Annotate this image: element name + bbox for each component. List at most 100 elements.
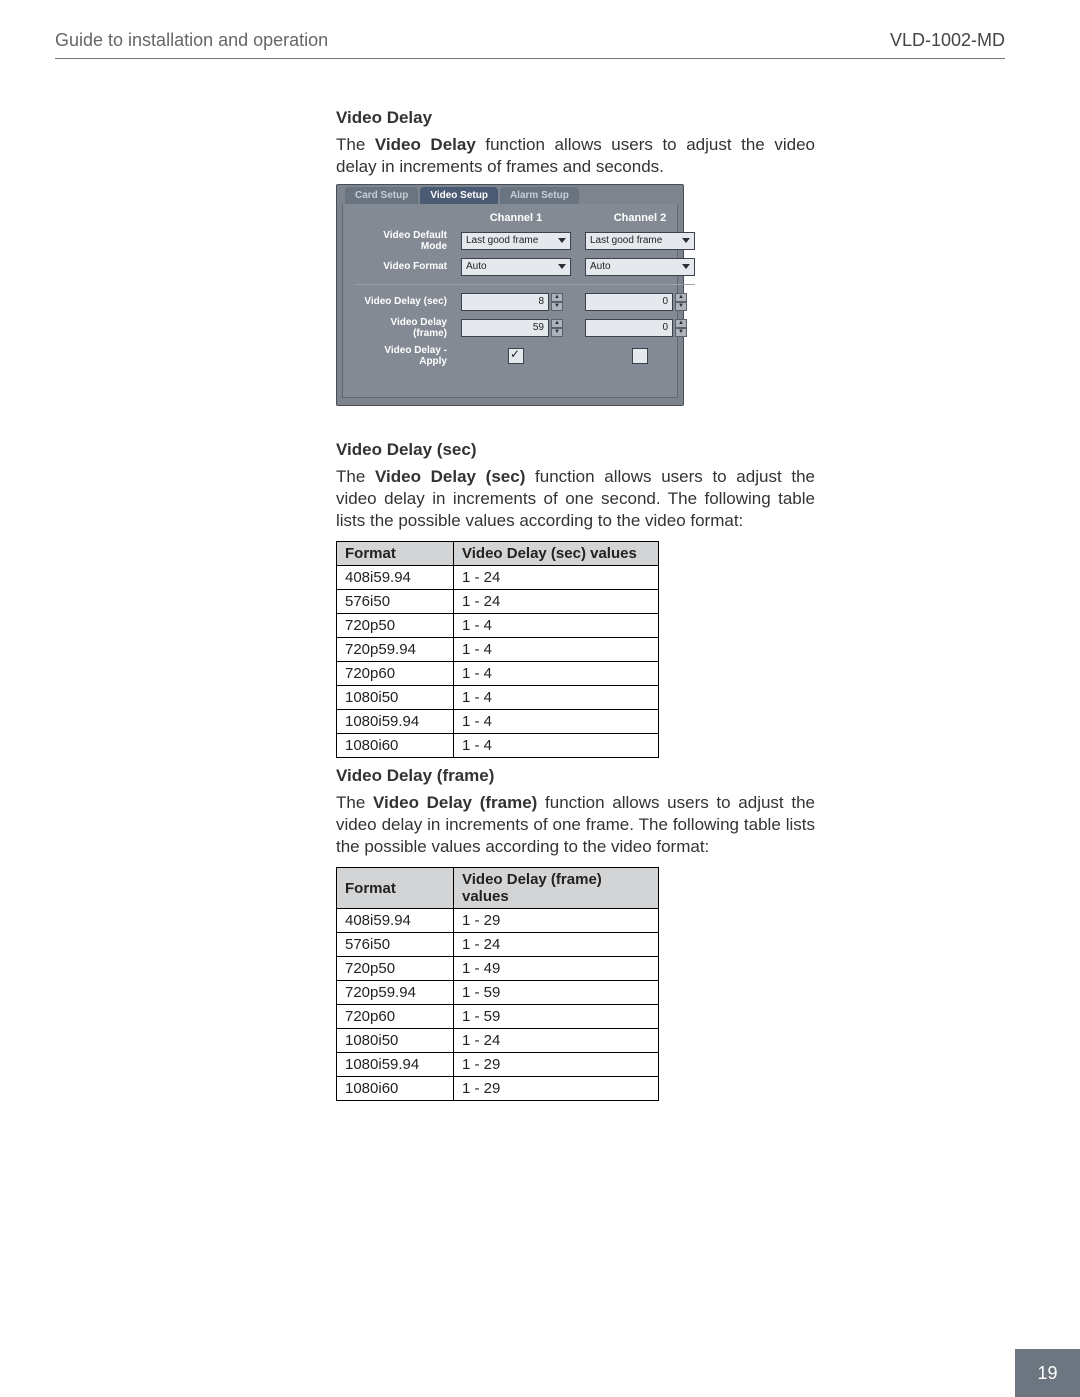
- select-value: Last good frame: [590, 235, 662, 246]
- cell-format: 720p59.94: [337, 981, 454, 1005]
- input-delay-sec-ch1[interactable]: 8: [461, 293, 549, 311]
- tab-video-setup[interactable]: Video Setup: [420, 187, 498, 204]
- table-row: 576i501 - 24: [337, 590, 659, 614]
- col-header-channel-1: Channel 1: [461, 212, 571, 224]
- table-row: 720p601 - 59: [337, 1005, 659, 1029]
- cell-format: 720p50: [337, 957, 454, 981]
- row-label-delay-apply: Video Delay - Apply: [355, 345, 447, 367]
- cell-format: 720p60: [337, 1005, 454, 1029]
- cell-values: 1 - 29: [454, 1053, 659, 1077]
- tab-card-setup[interactable]: Card Setup: [345, 187, 418, 204]
- panel-separator: [355, 284, 695, 285]
- table-header-values: Video Delay (frame) values: [454, 868, 659, 909]
- text-bold: Video Delay (frame): [373, 793, 537, 812]
- text: The: [336, 467, 375, 486]
- spin-down-icon[interactable]: ▼: [551, 328, 563, 337]
- chevron-down-icon: [558, 238, 566, 243]
- select-format-ch1[interactable]: Auto: [461, 258, 571, 276]
- cell-format: 1080i50: [337, 1029, 454, 1053]
- table-row: 720p59.941 - 59: [337, 981, 659, 1005]
- text-bold: Video Delay (sec): [375, 467, 525, 486]
- table-row: 720p59.941 - 4: [337, 638, 659, 662]
- cell-values: 1 - 24: [454, 566, 659, 590]
- chevron-down-icon: [558, 264, 566, 269]
- table-row: 720p501 - 49: [337, 957, 659, 981]
- select-default-mode-ch2[interactable]: Last good frame: [585, 232, 695, 250]
- cell-values: 1 - 4: [454, 638, 659, 662]
- cell-format: 1080i59.94: [337, 710, 454, 734]
- spin-up-icon[interactable]: ▲: [551, 293, 563, 302]
- select-value: Last good frame: [466, 235, 538, 246]
- section-heading-video-delay: Video Delay: [336, 108, 815, 128]
- table-delay-sec: Format Video Delay (sec) values 408i59.9…: [336, 541, 659, 758]
- cell-values: 1 - 59: [454, 981, 659, 1005]
- cell-values: 1 - 24: [454, 1029, 659, 1053]
- select-default-mode-ch1[interactable]: Last good frame: [461, 232, 571, 250]
- input-delay-sec-ch2[interactable]: 0: [585, 293, 673, 311]
- cell-values: 1 - 24: [454, 590, 659, 614]
- table-row: 1080i59.941 - 4: [337, 710, 659, 734]
- text-bold: Video Delay: [375, 135, 476, 154]
- col-header-channel-2: Channel 2: [585, 212, 695, 224]
- input-delay-frame-ch1[interactable]: 59: [461, 319, 549, 337]
- tab-alarm-setup[interactable]: Alarm Setup: [500, 187, 579, 204]
- chevron-down-icon: [682, 238, 690, 243]
- row-label-default-mode: Video Default Mode: [355, 230, 447, 252]
- row-label-delay-frame: Video Delay (frame): [355, 317, 447, 339]
- table-row: 1080i601 - 4: [337, 734, 659, 758]
- spin-up-icon[interactable]: ▲: [551, 319, 563, 328]
- cell-format: 720p59.94: [337, 638, 454, 662]
- table-header-format: Format: [337, 868, 454, 909]
- cell-values: 1 - 4: [454, 686, 659, 710]
- cell-format: 1080i60: [337, 1077, 454, 1101]
- doc-header-model: VLD-1002-MD: [890, 30, 1005, 51]
- checkbox-apply-ch2[interactable]: [632, 348, 648, 364]
- table-header-format: Format: [337, 542, 454, 566]
- chevron-down-icon: [682, 264, 690, 269]
- header-rule: [55, 58, 1005, 59]
- section-heading-delay-sec: Video Delay (sec): [336, 440, 815, 460]
- spin-up-icon[interactable]: ▲: [675, 319, 687, 328]
- cell-format: 720p60: [337, 662, 454, 686]
- table-row: 1080i59.941 - 29: [337, 1053, 659, 1077]
- doc-header-title: Guide to installation and operation: [55, 30, 328, 51]
- input-delay-frame-ch2[interactable]: 0: [585, 319, 673, 337]
- spin-down-icon[interactable]: ▼: [551, 302, 563, 311]
- table-row: 1080i501 - 24: [337, 1029, 659, 1053]
- cell-values: 1 - 24: [454, 933, 659, 957]
- tab-bar: Card Setup Video Setup Alarm Setup: [337, 185, 683, 204]
- spin-up-icon[interactable]: ▲: [675, 293, 687, 302]
- spin-down-icon[interactable]: ▼: [675, 302, 687, 311]
- table-header-values: Video Delay (sec) values: [454, 542, 659, 566]
- cell-values: 1 - 4: [454, 662, 659, 686]
- text: The: [336, 135, 375, 154]
- cell-format: 576i50: [337, 590, 454, 614]
- cell-format: 576i50: [337, 933, 454, 957]
- page-number: 19: [1015, 1349, 1080, 1397]
- cell-format: 408i59.94: [337, 566, 454, 590]
- tab-body: Channel 1 Channel 2 Video Default Mode L…: [342, 204, 678, 398]
- row-label-video-format: Video Format: [355, 261, 447, 272]
- table-row: 1080i601 - 29: [337, 1077, 659, 1101]
- table-row: 408i59.941 - 29: [337, 909, 659, 933]
- table-delay-frame: Format Video Delay (frame) values 408i59…: [336, 867, 659, 1101]
- spin-down-icon[interactable]: ▼: [675, 328, 687, 337]
- table-row: 720p501 - 4: [337, 614, 659, 638]
- cell-values: 1 - 4: [454, 614, 659, 638]
- cell-values: 1 - 49: [454, 957, 659, 981]
- table-row: 720p601 - 4: [337, 662, 659, 686]
- checkbox-apply-ch1[interactable]: [508, 348, 524, 364]
- cell-format: 720p50: [337, 614, 454, 638]
- cell-values: 1 - 4: [454, 710, 659, 734]
- table-row: 408i59.941 - 24: [337, 566, 659, 590]
- section-paragraph-video-delay: The Video Delay function allows users to…: [336, 134, 815, 178]
- cell-values: 1 - 29: [454, 1077, 659, 1101]
- section-paragraph-delay-frame: The Video Delay (frame) function allows …: [336, 792, 815, 857]
- row-label-delay-sec: Video Delay (sec): [355, 296, 447, 307]
- select-value: Auto: [590, 261, 611, 272]
- cell-format: 408i59.94: [337, 909, 454, 933]
- cell-format: 1080i50: [337, 686, 454, 710]
- cell-format: 1080i59.94: [337, 1053, 454, 1077]
- table-row: 1080i501 - 4: [337, 686, 659, 710]
- select-format-ch2[interactable]: Auto: [585, 258, 695, 276]
